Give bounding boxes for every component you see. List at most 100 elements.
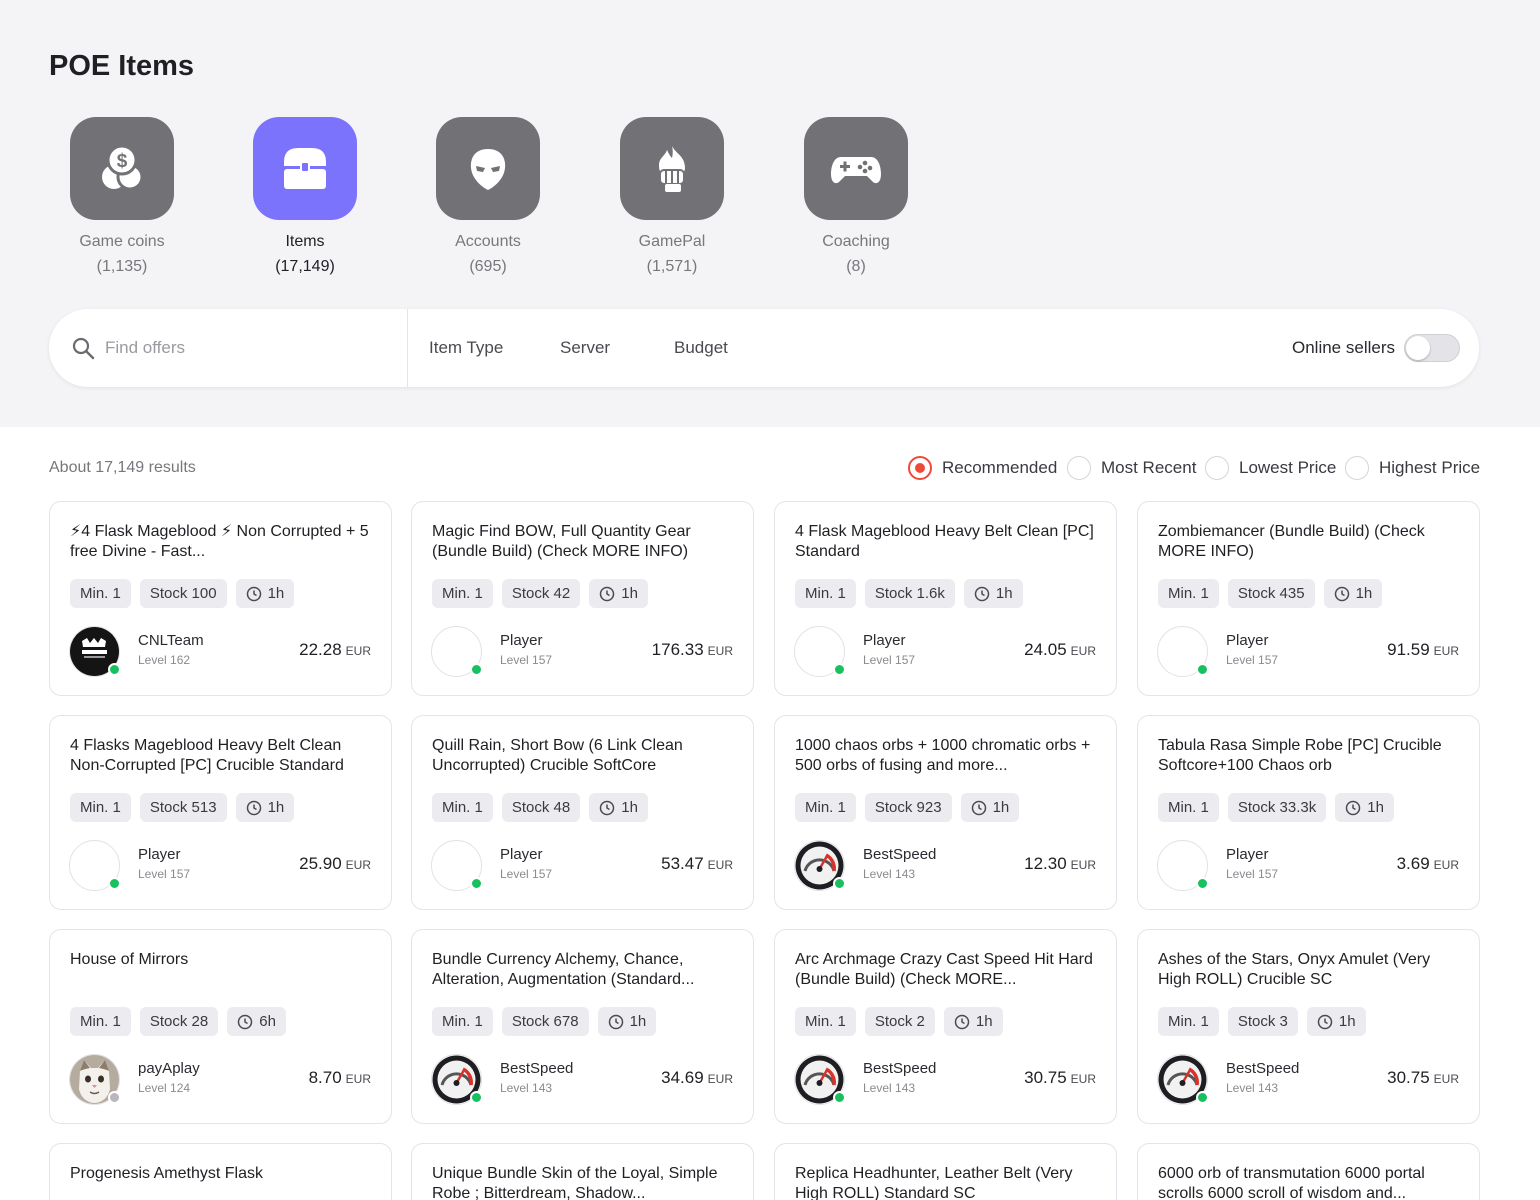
clock-icon	[974, 586, 990, 601]
seller-name[interactable]: CNLTeam	[138, 632, 204, 649]
offer-card[interactable]: 6000 orb of transmutation 6000 portal sc…	[1137, 1143, 1480, 1200]
category-accounts[interactable]: Accounts (695)	[418, 117, 558, 276]
category-tile[interactable]	[253, 117, 357, 220]
seller-avatar[interactable]	[1157, 626, 1209, 677]
seller-avatar[interactable]	[794, 840, 846, 891]
price-value: 24.05	[1024, 640, 1067, 659]
offer-title[interactable]: Progenesis Amethyst Flask	[70, 1164, 375, 1200]
seller-name[interactable]: BestSpeed	[500, 1060, 573, 1077]
delivery-time: 1h	[992, 799, 1010, 816]
category-game-coins[interactable]: $ Game coins (1,135)	[52, 117, 192, 276]
seller-avatar[interactable]	[69, 626, 121, 677]
offer-title[interactable]: Ashes of the Stars, Onyx Amulet (Very Hi…	[1158, 950, 1463, 990]
offer-card[interactable]: House of Mirrors Min. 1 Stock 28 6h payA…	[49, 929, 392, 1124]
offer-tags: Min. 1 Stock 33.3k 1h	[1158, 793, 1403, 822]
offer-card[interactable]: Quill Rain, Short Bow (6 Link Clean Unco…	[411, 715, 754, 910]
offer-card[interactable]: Magic Find BOW, Full Quantity Gear (Bund…	[411, 501, 754, 696]
seller-name[interactable]: BestSpeed	[1226, 1060, 1299, 1077]
online-status-dot	[1196, 877, 1209, 890]
offer-tags: Min. 1 Stock 1.6k 1h	[795, 579, 1032, 608]
seller-name[interactable]: Player	[1226, 632, 1269, 649]
offer-title[interactable]: 4 Flask Mageblood Heavy Belt Clean [PC] …	[795, 522, 1100, 562]
offer-title[interactable]: Arc Archmage Crazy Cast Speed Hit Hard (…	[795, 950, 1100, 990]
seller-name[interactable]: Player	[500, 632, 543, 649]
seller-avatar[interactable]	[794, 626, 846, 677]
seller-name[interactable]: Player	[863, 632, 906, 649]
offer-card[interactable]: 4 Flasks Mageblood Heavy Belt Clean Non-…	[49, 715, 392, 910]
category-tile[interactable]	[620, 117, 724, 220]
category-gamepal[interactable]: GamePal (1,571)	[602, 117, 742, 276]
offer-card[interactable]: Bundle Currency Alchemy, Chance, Alterat…	[411, 929, 754, 1124]
filter-item-type[interactable]: Item Type	[429, 338, 503, 358]
offer-title[interactable]: Zombiemancer (Bundle Build) (Check MORE …	[1158, 522, 1463, 562]
seller-level: Level 157	[1226, 867, 1279, 881]
seller-avatar[interactable]	[1157, 840, 1209, 891]
offer-title[interactable]: Tabula Rasa Simple Robe [PC] Crucible So…	[1158, 736, 1463, 776]
radio[interactable]	[1067, 456, 1091, 480]
offer-title[interactable]: ⚡4 Flask Mageblood ⚡ Non Corrupted + 5 f…	[70, 522, 375, 562]
sort-lowest-price[interactable]: Lowest Price	[1205, 456, 1336, 480]
offer-title[interactable]: 6000 orb of transmutation 6000 portal sc…	[1158, 1164, 1463, 1200]
category-coaching[interactable]: Coaching (8)	[786, 117, 926, 276]
offer-card[interactable]: Progenesis Amethyst Flask	[49, 1143, 392, 1200]
seller-avatar[interactable]	[794, 1054, 846, 1105]
seller-name[interactable]: BestSpeed	[863, 1060, 936, 1077]
offer-title[interactable]: Replica Headhunter, Leather Belt (Very H…	[795, 1164, 1100, 1200]
offer-title[interactable]: 1000 chaos orbs + 1000 chromatic orbs + …	[795, 736, 1100, 776]
offer-title[interactable]: Quill Rain, Short Bow (6 Link Clean Unco…	[432, 736, 737, 776]
seller-name[interactable]: payAplay	[138, 1060, 200, 1077]
seller-name[interactable]: Player	[1226, 846, 1269, 863]
seller-name[interactable]: BestSpeed	[863, 846, 936, 863]
online-sellers-label: Online sellers	[1292, 338, 1395, 357]
filter-server[interactable]: Server	[560, 338, 610, 358]
offer-card[interactable]: Tabula Rasa Simple Robe [PC] Crucible So…	[1137, 715, 1480, 910]
radio[interactable]	[1345, 456, 1369, 480]
offer-title[interactable]: 4 Flasks Mageblood Heavy Belt Clean Non-…	[70, 736, 375, 776]
offer-card[interactable]: ⚡4 Flask Mageblood ⚡ Non Corrupted + 5 f…	[49, 501, 392, 696]
offer-card[interactable]: 1000 chaos orbs + 1000 chromatic orbs + …	[774, 715, 1117, 910]
seller-name[interactable]: Player	[500, 846, 543, 863]
offer-card[interactable]: Replica Headhunter, Leather Belt (Very H…	[774, 1143, 1117, 1200]
offer-title[interactable]: Bundle Currency Alchemy, Chance, Alterat…	[432, 950, 737, 990]
seller-level: Level 157	[138, 867, 191, 881]
sort-most-recent[interactable]: Most Recent	[1067, 456, 1196, 480]
online-sellers-toggle[interactable]	[1404, 334, 1460, 362]
filter-budget[interactable]: Budget	[674, 338, 728, 358]
search-bar: Item Type Server Budget Online sellers	[49, 309, 1479, 387]
offer-price: 22.28 EUR	[299, 640, 371, 660]
search-input[interactable]	[105, 333, 405, 363]
seller-name[interactable]: Player	[138, 846, 181, 863]
category-tile[interactable]: $	[70, 117, 174, 220]
seller-avatar[interactable]	[431, 1054, 483, 1105]
clock-icon	[246, 800, 261, 815]
category-tile[interactable]	[436, 117, 540, 220]
clock-icon	[237, 1014, 253, 1029]
seller-avatar[interactable]	[69, 1054, 121, 1105]
offer-card[interactable]: Ashes of the Stars, Onyx Amulet (Very Hi…	[1137, 929, 1480, 1124]
offer-title[interactable]: Magic Find BOW, Full Quantity Gear (Bund…	[432, 522, 737, 562]
offer-title[interactable]: Unique Bundle Skin of the Loyal, Simple …	[432, 1164, 737, 1200]
radio-selected[interactable]	[908, 456, 932, 480]
radio[interactable]	[1205, 456, 1229, 480]
seller-avatar[interactable]	[431, 626, 483, 677]
category-items[interactable]: Items (17,149)	[235, 117, 375, 276]
price-value: 176.33	[651, 640, 704, 659]
category-name: GamePal	[638, 233, 706, 250]
offer-card[interactable]: Zombiemancer (Bundle Build) (Check MORE …	[1137, 501, 1480, 696]
min-tag: Min. 1	[432, 1007, 493, 1036]
price-currency: EUR	[707, 644, 733, 658]
category-tile[interactable]	[804, 117, 908, 220]
offer-card[interactable]: Unique Bundle Skin of the Loyal, Simple …	[411, 1143, 754, 1200]
online-status-dot	[833, 877, 846, 890]
seller-avatar[interactable]	[431, 840, 483, 891]
sort-recommended[interactable]: Recommended	[908, 456, 1057, 480]
offer-tags: Min. 1 Stock 923 1h	[795, 793, 1028, 822]
delivery-tag: 1h	[1323, 579, 1383, 608]
seller-avatar[interactable]	[1157, 1054, 1209, 1105]
offer-card[interactable]: Arc Archmage Crazy Cast Speed Hit Hard (…	[774, 929, 1117, 1124]
offer-card[interactable]: 4 Flask Mageblood Heavy Belt Clean [PC] …	[774, 501, 1117, 696]
offer-price: 34.69 EUR	[661, 1068, 733, 1088]
offer-title[interactable]: House of Mirrors	[70, 950, 375, 990]
seller-avatar[interactable]	[69, 840, 121, 891]
sort-highest-price[interactable]: Highest Price	[1345, 456, 1480, 480]
